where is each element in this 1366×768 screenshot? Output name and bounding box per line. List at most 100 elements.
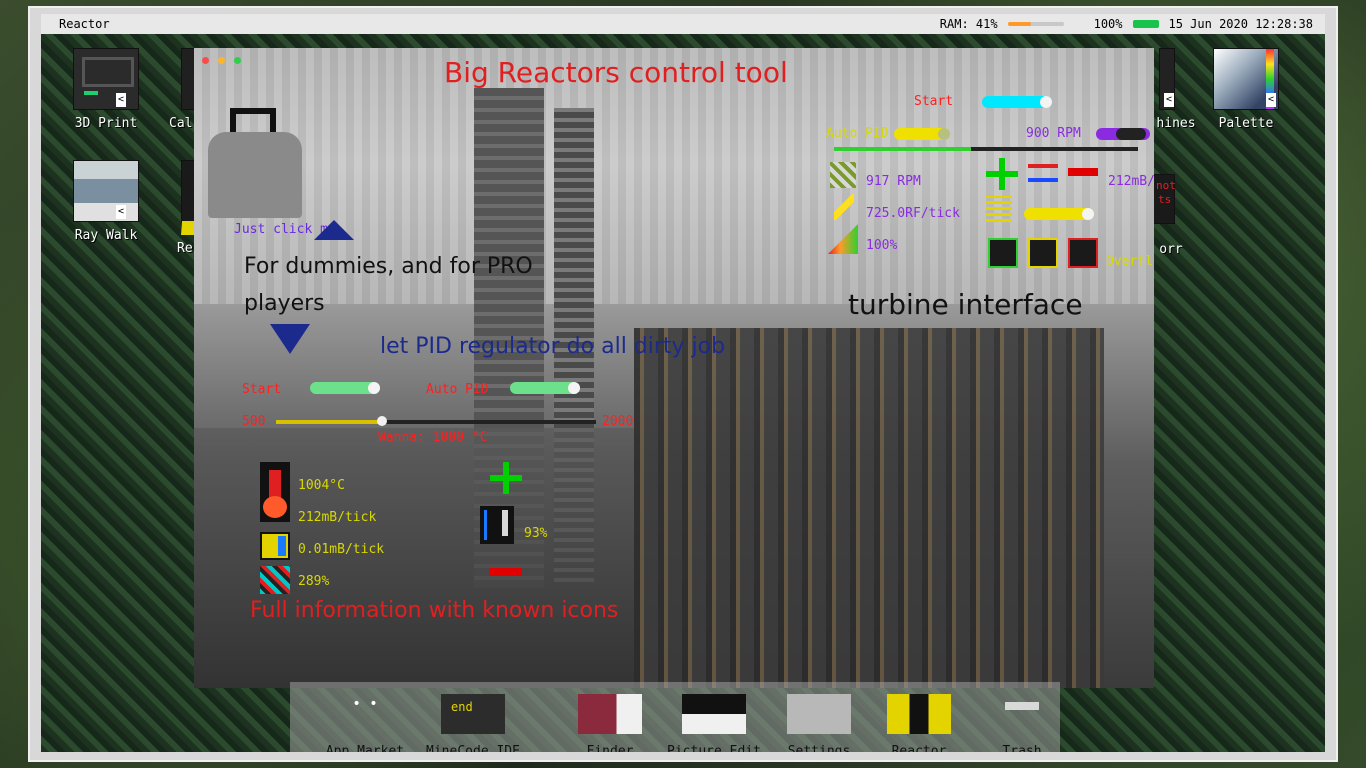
turbine-energy: 725.0RF/tick <box>866 206 960 221</box>
dock-label: Settings <box>787 744 851 752</box>
energy-icon <box>834 194 854 220</box>
reactor-start-label: Start <box>242 382 282 397</box>
mode-button-3[interactable] <box>1068 238 1098 268</box>
turbine-plus-icon[interactable] <box>986 158 1018 190</box>
turbine-overflow-label: Overflow <box>1106 254 1154 269</box>
reactivity-icon <box>260 566 290 594</box>
reactor-start-toggle[interactable] <box>310 382 380 394</box>
desktop-icon-3d-print[interactable]: < 3D Print <box>61 48 151 131</box>
annotation-turbine: turbine interface <box>848 288 1083 321</box>
desktop-icon-label: 3D Print <box>74 116 138 131</box>
turbine-auto-pid-label: Auto PID <box>826 126 889 141</box>
desktop-icon-label: Palette <box>1218 116 1274 131</box>
desktop-icon-label: Ray Walk <box>74 228 138 243</box>
temperature-slider-knob[interactable] <box>376 416 387 426</box>
temperature-slider-track[interactable] <box>276 416 596 426</box>
annotation-full-info: Full information with known icons <box>250 598 619 623</box>
settings-icon <box>787 694 851 734</box>
turbine-efficiency: 100% <box>866 238 898 253</box>
minimize-dot-icon[interactable] <box>218 57 225 64</box>
chevron-left-icon: < <box>1164 93 1174 107</box>
turbine-minus-icon[interactable] <box>1068 168 1098 176</box>
thermometer-icon <box>260 462 290 522</box>
palette-icon: < <box>1213 48 1279 110</box>
rod-plus-icon[interactable] <box>490 462 522 494</box>
maximize-dot-icon[interactable] <box>234 57 241 64</box>
turbine-rotor-icon <box>830 162 856 188</box>
dock-label: MineCode IDE <box>426 744 520 752</box>
ram-bar <box>1007 22 1064 26</box>
minecode-ide-icon: end <box>441 694 505 734</box>
temp-max-label: 2000 <box>602 414 634 429</box>
dock-item-app-market[interactable]: • • App Market <box>320 694 410 752</box>
os-screen: Reactor RAM: 41% 100% 15 Jun 2020 12:28:… <box>41 14 1325 752</box>
rod-level-icon <box>480 506 514 544</box>
turbine-start-toggle[interactable] <box>982 96 1052 108</box>
reactor-icon <box>887 694 951 734</box>
reactor-icon[interactable] <box>208 108 302 218</box>
dock-label: Picture Edit <box>667 744 761 752</box>
machines-icon: < <box>1159 48 1175 110</box>
dock-label: App Market <box>325 744 405 752</box>
turbine-rpm-toggle[interactable] <box>1096 128 1150 140</box>
mode-button-1[interactable] <box>988 238 1018 268</box>
turbine-flow: 212mB/t <box>1108 174 1154 189</box>
dock-label: Trash <box>1002 744 1042 752</box>
battery-icon <box>1132 20 1159 28</box>
battery-label: 100% <box>1093 17 1123 31</box>
turbine-start-label: Start <box>914 94 954 109</box>
dock-item-trash[interactable]: Trash <box>980 694 1064 752</box>
finder-icon <box>578 694 642 734</box>
window-title: Big Reactors control tool <box>444 56 788 89</box>
chevron-left-icon: < <box>116 93 126 107</box>
dock-item-reactor[interactable]: Reactor <box>876 694 962 752</box>
desktop-icon-unknown[interactable]: not ts orr <box>1151 174 1191 257</box>
temperature-slider-fill <box>276 420 382 424</box>
datetime: 15 Jun 2020 12:28:38 <box>1168 17 1314 31</box>
reactor-control-window: Big Reactors control tool Just click me … <box>194 48 1154 688</box>
desktop-icon-ray-walk[interactable]: < Ray Walk <box>61 160 151 243</box>
desktop-icon-cal[interactable]: Cal <box>151 48 203 131</box>
desktop-icon-label: Cal <box>169 116 193 131</box>
desktop-icon-machines[interactable]: < hines <box>1151 48 1201 131</box>
dock-item-picture-edit[interactable]: Picture Edit <box>664 694 764 752</box>
temp-min-label: 500 <box>242 414 266 429</box>
turbine-speed-slider[interactable] <box>834 147 1138 151</box>
rod-minus-icon[interactable] <box>490 568 522 576</box>
dock-item-finder[interactable]: Finder <box>568 694 652 752</box>
reactor-auto-pid-label: Auto PID <box>426 382 489 397</box>
chevron-left-icon: < <box>1266 93 1276 107</box>
coil-icon <box>986 196 1012 222</box>
reactor-reactivity: 289% <box>298 574 330 589</box>
dock-item-minecode-ide[interactable]: end MineCode IDE <box>418 694 528 752</box>
close-dot-icon[interactable] <box>202 57 209 64</box>
annotation-pid: let PID regulator do all dirty job <box>380 334 726 359</box>
reactor-auto-pid-toggle[interactable] <box>510 382 580 394</box>
turbine-auto-pid-toggle[interactable] <box>894 128 950 140</box>
background-structure <box>634 328 1104 688</box>
mode-button-2[interactable] <box>1028 238 1058 268</box>
desktop-icon-re[interactable]: Re <box>151 160 203 256</box>
arrow-up-icon <box>314 220 354 240</box>
dock: • • App Market end MineCode IDE Finder P… <box>290 682 1060 752</box>
coil-toggle[interactable] <box>1024 208 1094 220</box>
turbine-target-rpm: 900 RPM <box>1026 126 1081 141</box>
turbine-speed-slider-fill <box>834 147 971 151</box>
app-market-icon: • • <box>352 696 378 712</box>
dock-label: Finder <box>586 744 634 752</box>
unknown-icon: not ts <box>1153 174 1176 224</box>
trash-icon <box>1005 694 1039 734</box>
dock-label: Reactor <box>891 744 947 752</box>
3d-printer-icon: < <box>73 48 139 110</box>
rod-percent: 93% <box>524 526 548 541</box>
turbine-rpm: 917 RPM <box>866 174 921 189</box>
reactor-fuel-usage: 0.01mB/tick <box>298 542 385 557</box>
reactor-temperature: 1004°C <box>298 478 345 493</box>
dock-item-settings[interactable]: Settings <box>774 694 864 752</box>
desktop-icon-label: hines <box>1156 116 1196 131</box>
desktop-icon-palette[interactable]: < Palette <box>1201 48 1291 131</box>
active-app-title: Reactor <box>59 17 110 31</box>
desktop-icon-label: Re <box>177 241 193 256</box>
temp-target-label: Wanna: 1000 °C <box>378 430 488 445</box>
top-status-bar: Reactor RAM: 41% 100% 15 Jun 2020 12:28:… <box>41 14 1325 34</box>
